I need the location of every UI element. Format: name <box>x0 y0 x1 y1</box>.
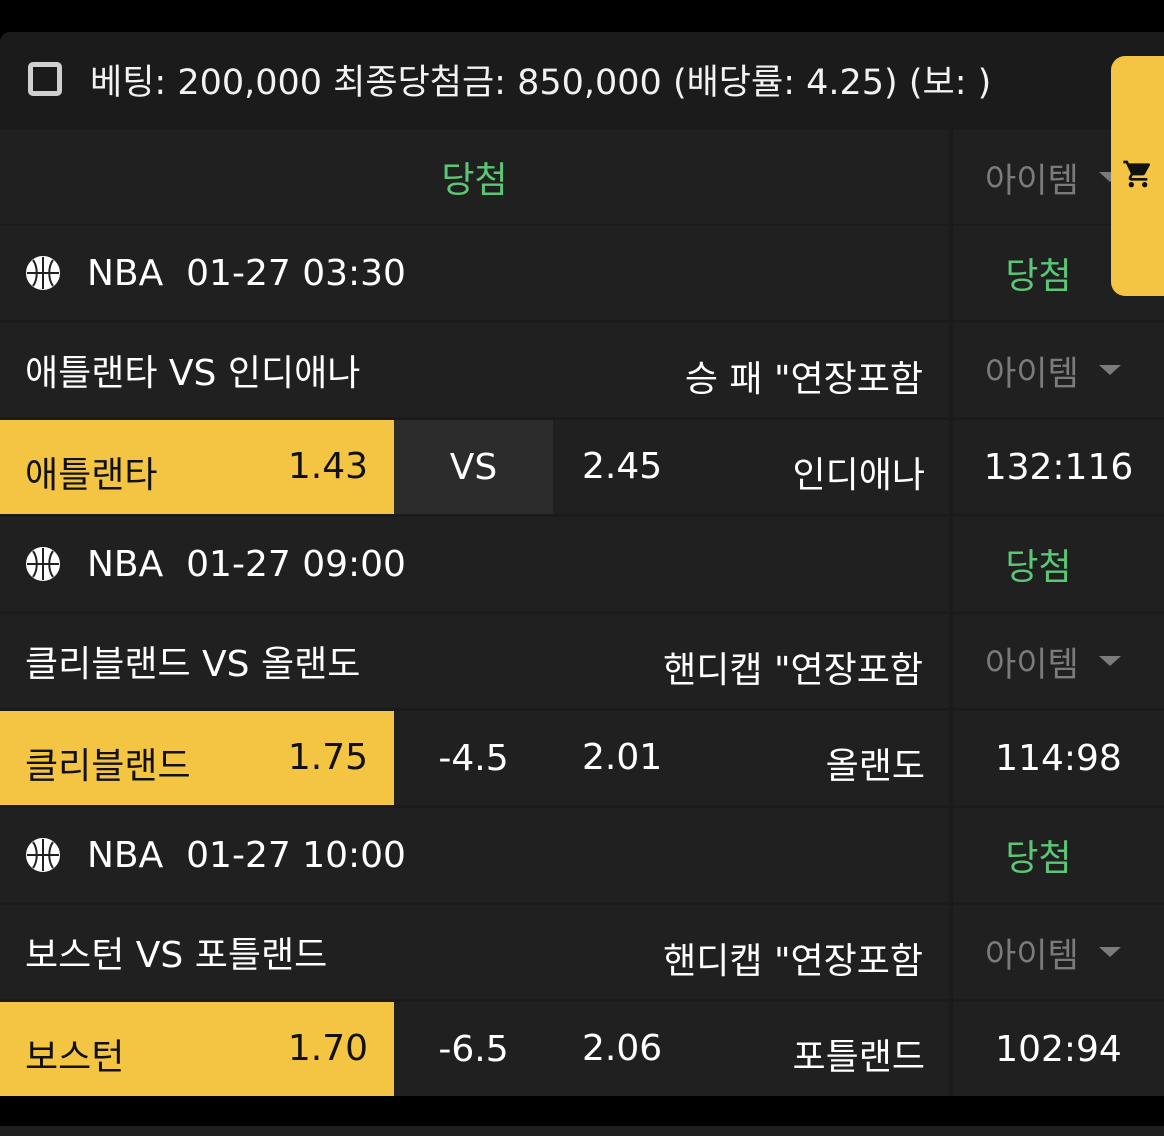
odds-cell: 보스턴 1.70 -6.5 2.06 포틀랜드 <box>0 1002 949 1096</box>
game-datetime: 01-27 09:00 <box>186 543 406 585</box>
game-info-cell: NBA 01-27 03:30 <box>0 226 949 320</box>
game-datetime: 01-27 10:00 <box>186 834 406 876</box>
game-status-cell: 당첨 <box>953 808 1164 902</box>
game-header-row: NBA 01-27 03:30 당첨 <box>0 226 1164 320</box>
matchup-row: 애틀랜타 VS 인디애나 승 패 "연장포함 아이템 <box>0 323 1164 417</box>
odds-cell: 클리블랜드 1.75 -4.5 2.01 올랜도 <box>0 711 949 805</box>
chevron-down-icon <box>1098 365 1121 375</box>
bet-summary-header: 베팅: 200,000 최종당첨금: 850,000 (배당률: 4.25) (… <box>0 32 1164 126</box>
matchup-title: 보스턴 VS 포틀랜드 <box>25 935 328 976</box>
item-label: 아이템 <box>985 160 1079 201</box>
item-dropdown[interactable]: 아이템 <box>953 323 1164 417</box>
matchup-title: 애틀랜타 VS 인디애나 <box>25 353 361 394</box>
game-status: 당첨 <box>1005 256 1072 297</box>
final-score: 114:98 <box>953 711 1164 805</box>
matchup-cell: 애틀랜타 VS 인디애나 승 패 "연장포함 <box>0 323 949 417</box>
chevron-down-icon <box>1098 656 1121 666</box>
game-status-cell: 당첨 <box>953 517 1164 611</box>
game-info-cell: NBA 01-27 09:00 <box>0 517 949 611</box>
away-team[interactable]: 올랜도 <box>826 737 925 789</box>
final-score: 132:116 <box>953 420 1164 514</box>
matchup-title: 클리블랜드 VS 올랜도 <box>25 644 361 685</box>
result-row: 당첨 아이템 <box>0 130 1164 224</box>
result-status-cell: 당첨 <box>0 130 949 224</box>
league-name: NBA <box>87 252 164 294</box>
home-team: 보스턴 <box>25 1037 125 1078</box>
bet-summary-text: 베팅: 200,000 최종당첨금: 850,000 (배당률: 4.25) (… <box>90 62 992 103</box>
cart-icon <box>1123 160 1151 188</box>
away-odds[interactable]: 2.06 <box>582 1028 662 1069</box>
matchup-cell: 보스턴 VS 포틀랜드 핸디캡 "연장포함 <box>0 905 949 999</box>
odds-cell: 애틀랜타 1.43 VS 2.45 인디애나 <box>0 420 949 514</box>
odds-row: 클리블랜드 1.75 -4.5 2.01 올랜도 114:98 <box>0 711 1164 805</box>
chevron-down-icon <box>1098 947 1121 957</box>
home-team: 애틀랜타 <box>25 455 158 496</box>
odds-row: 보스턴 1.70 -6.5 2.06 포틀랜드 102:94 <box>0 1002 1164 1096</box>
league-datetime: NBA 01-27 09:00 <box>87 544 406 585</box>
result-status: 당첨 <box>441 160 508 201</box>
away-odds[interactable]: 2.01 <box>582 737 662 778</box>
home-pick[interactable]: 보스턴 1.70 <box>0 1002 394 1096</box>
item-label: 아이템 <box>985 644 1079 685</box>
game-header-row: NBA 01-27 10:00 당첨 <box>0 808 1164 902</box>
game-info-cell: NBA 01-27 10:00 <box>0 808 949 902</box>
market-type: 핸디캡 "연장포함 <box>663 650 923 691</box>
league-datetime: NBA 01-27 03:30 <box>87 253 406 294</box>
final-score: 102:94 <box>953 1002 1164 1096</box>
checkbox-icon[interactable] <box>28 62 62 96</box>
game-datetime: 01-27 03:30 <box>186 252 406 294</box>
matchup-row: 클리블랜드 VS 올랜도 핸디캡 "연장포함 아이템 <box>0 614 1164 708</box>
home-odds: 1.70 <box>287 1028 368 1069</box>
away-team[interactable]: 포틀랜드 <box>793 1028 925 1080</box>
away-odds[interactable]: 2.45 <box>582 446 662 487</box>
home-odds: 1.43 <box>287 446 368 487</box>
item-dropdown[interactable]: 아이템 <box>953 905 1164 999</box>
basketball-icon <box>25 837 61 873</box>
league-name: NBA <box>87 543 164 585</box>
game-header-row: NBA 01-27 09:00 당첨 <box>0 517 1164 611</box>
away-team[interactable]: 인디애나 <box>793 446 925 498</box>
bottom-divider <box>0 1126 1164 1136</box>
league-datetime: NBA 01-27 10:00 <box>87 835 406 876</box>
matchup-row: 보스턴 VS 포틀랜드 핸디캡 "연장포함 아이템 <box>0 905 1164 999</box>
market-type: 핸디캡 "연장포함 <box>663 941 923 982</box>
home-pick[interactable]: 클리블랜드 1.75 <box>0 711 394 805</box>
cart-tab[interactable] <box>1111 56 1164 296</box>
home-team: 클리블랜드 <box>25 746 191 787</box>
game-status: 당첨 <box>1005 547 1072 588</box>
matchup-cell: 클리블랜드 VS 올랜도 핸디캡 "연장포함 <box>0 614 949 708</box>
league-name: NBA <box>87 834 164 876</box>
handicap-value[interactable]: VS <box>394 420 553 514</box>
item-label: 아이템 <box>985 353 1079 394</box>
item-dropdown[interactable]: 아이템 <box>953 614 1164 708</box>
handicap-value: -6.5 <box>438 1028 509 1070</box>
basketball-icon <box>25 546 61 582</box>
home-odds: 1.75 <box>287 737 368 778</box>
odds-row: 애틀랜타 1.43 VS 2.45 인디애나 132:116 <box>0 420 1164 514</box>
market-type: 승 패 "연장포함 <box>684 359 923 400</box>
item-label: 아이템 <box>985 935 1079 976</box>
handicap-value: -4.5 <box>438 737 509 779</box>
game-status: 당첨 <box>1005 838 1072 879</box>
home-pick[interactable]: 애틀랜타 1.43 <box>0 420 394 514</box>
basketball-icon <box>25 255 61 291</box>
